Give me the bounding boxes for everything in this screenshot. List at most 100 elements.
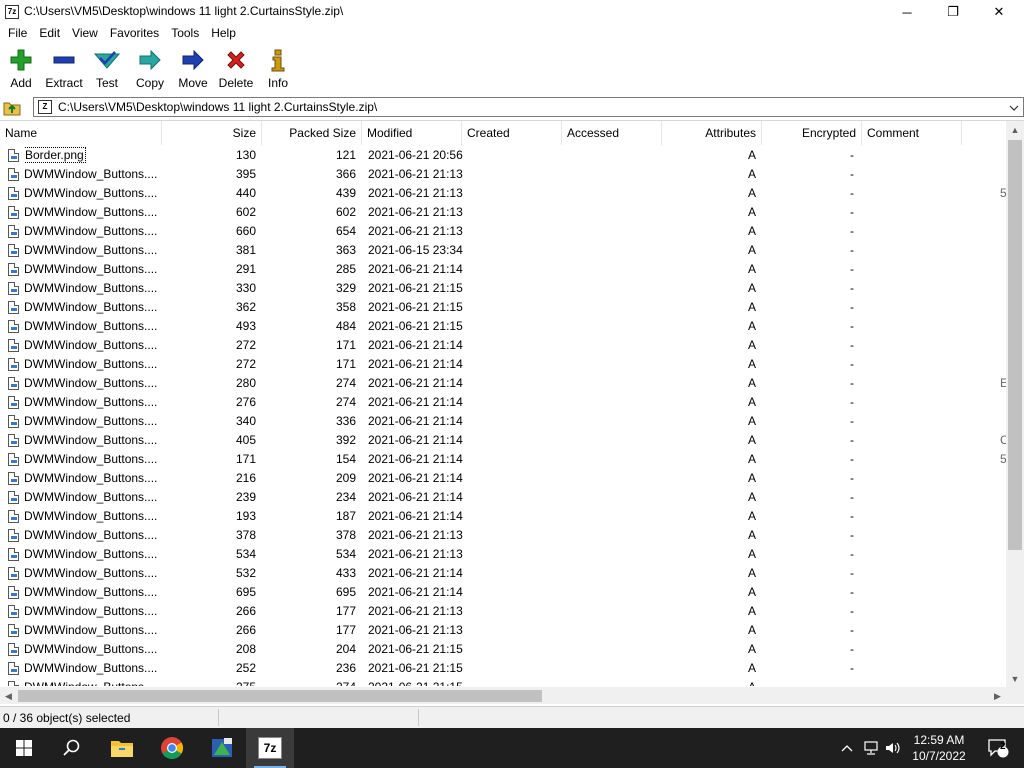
table-row[interactable]: DWMWindow_Buttons.... 660 654 2021-06-21 21… (0, 222, 1006, 241)
scroll-left-icon[interactable]: ◀ (0, 687, 17, 704)
info-button[interactable]: Info (264, 46, 292, 92)
file-name-cell: DWMWindow_Buttons.... (24, 623, 158, 637)
table-row[interactable]: DWMWindow_Buttons.... 239 234 2021-06-21 21… (0, 488, 1006, 507)
column-comment[interactable]: Comment (862, 121, 962, 145)
table-row[interactable]: DWMWindow_Buttons.... 381 363 2021-06-15 23… (0, 241, 1006, 260)
table-row[interactable]: DWMWindow_Buttons.... 602 602 2021-06-21 21… (0, 203, 1006, 222)
column-modified[interactable]: Modified (362, 121, 462, 145)
table-row[interactable]: DWMWindow_Buttons.... 276 274 2021-06-21 21… (0, 393, 1006, 412)
file-explorer-button[interactable] (98, 728, 146, 768)
vertical-scrollbar[interactable]: ▲ ▼ (1006, 121, 1024, 687)
search-icon (63, 739, 80, 756)
notification-center-button[interactable]: 2 (978, 728, 1018, 768)
table-row[interactable]: DWMWindow_Buttons.... 280 274 2021-06-21 21… (0, 374, 1006, 393)
table-row[interactable]: DWMWindow_Buttons.... 216 209 2021-06-21 21… (0, 469, 1006, 488)
table-row[interactable]: DWMWindow_Buttons.... 440 439 2021-06-21 21… (0, 184, 1006, 203)
file-size-cell: 171 (235, 452, 256, 466)
taskbar-app-button[interactable] (198, 728, 246, 768)
test-button[interactable]: Test (92, 46, 122, 92)
copy-button[interactable]: Copy (134, 46, 166, 92)
up-folder-button[interactable] (3, 98, 21, 116)
column-accessed[interactable]: Accessed (562, 121, 662, 145)
file-size-cell: 193 (235, 509, 256, 523)
menu-help[interactable]: Help (205, 24, 242, 43)
column-created[interactable]: Created (462, 121, 562, 145)
file-name-cell: DWMWindow_Buttons.... (24, 585, 158, 599)
modified-cell: 2021-06-21 21:13 (368, 604, 463, 618)
file-name-cell: DWMWindow_Buttons.... (24, 281, 158, 295)
table-row[interactable]: DWMWindow_Buttons.... 266 177 2021-06-21 21… (0, 602, 1006, 621)
extract-button[interactable]: Extract (44, 46, 84, 92)
maximize-button[interactable]: ❐ (930, 0, 976, 24)
menu-file[interactable]: File (2, 24, 33, 43)
menu-favorites[interactable]: Favorites (104, 24, 165, 43)
table-row[interactable]: DWMWindow_Buttons.... 493 484 2021-06-21 21… (0, 317, 1006, 336)
attributes-cell: A (747, 205, 756, 219)
menu-tools[interactable]: Tools (165, 24, 205, 43)
table-row[interactable]: DWMWindow_Buttons.... 272 171 2021-06-21 21… (0, 355, 1006, 374)
table-row[interactable]: DWMWindow_Buttons....275 274 2021-06-21 21… (0, 678, 1006, 686)
vertical-scroll-thumb[interactable] (1008, 140, 1022, 550)
table-row[interactable]: DWMWindow_Buttons.... 340 336 2021-06-21 21… (0, 412, 1006, 431)
file-name-cell: DWMWindow_Buttons.... (24, 395, 158, 409)
table-row[interactable]: DWMWindow_Buttons.... 252 236 2021-06-21 21… (0, 659, 1006, 678)
table-row[interactable]: DWMWindow_Buttons.... 532 433 2021-06-21 21… (0, 564, 1006, 583)
table-row[interactable]: DWMWindow_Buttons.... 272 171 2021-06-21 21… (0, 336, 1006, 355)
delete-button[interactable]: Delete (218, 46, 254, 92)
table-row[interactable]: DWMWindow_Buttons.... 171 154 2021-06-21 21… (0, 450, 1006, 469)
close-button[interactable]: ✕ (976, 0, 1022, 24)
delete-label: Delete (218, 76, 254, 90)
menu-edit[interactable]: Edit (33, 24, 66, 43)
address-bar: Z C:\Users\VM5\Desktop\windows 11 light … (0, 96, 1024, 118)
column-size[interactable]: Size (162, 121, 262, 145)
column-packed-size[interactable]: Packed Size (262, 121, 362, 145)
file-name-cell: DWMWindow_Buttons.... (24, 490, 158, 504)
modified-cell: 2021-06-21 21:13 (368, 547, 463, 561)
scroll-up-icon[interactable]: ▲ (1006, 121, 1024, 138)
table-row[interactable]: DWMWindow_Buttons.... 266 177 2021-06-21 21… (0, 621, 1006, 640)
modified-cell: 2021-06-21 21:15 (368, 661, 463, 675)
show-hidden-icons[interactable] (836, 728, 858, 768)
column-name[interactable]: Name (0, 121, 162, 145)
file-icon (8, 529, 19, 542)
modified-cell: 2021-06-21 21:13 (368, 224, 463, 238)
7zip-taskbar-button[interactable]: 7z (246, 728, 294, 768)
table-row[interactable]: DWMWindow_Buttons.... 405 392 2021-06-21 21… (0, 431, 1006, 450)
horizontal-scroll-thumb[interactable] (18, 690, 542, 702)
taskbar-clock[interactable]: 12:59 AM 10/7/2022 (906, 732, 972, 764)
table-row[interactable]: DWMWindow_Buttons.... 378 378 2021-06-21 21… (0, 526, 1006, 545)
window-title: C:\Users\VM5\Desktop\windows 11 light 2.… (24, 4, 344, 18)
chrome-button[interactable] (148, 728, 196, 768)
table-row[interactable]: DWMWindow_Buttons.... 208 204 2021-06-21 21… (0, 640, 1006, 659)
table-row[interactable]: DWMWindow_Buttons.... 193 187 2021-06-21 21… (0, 507, 1006, 526)
table-row[interactable]: Border.png 130 121 2021-06-21 20:56 A - (0, 146, 1006, 165)
file-size-cell: 534 (235, 547, 256, 561)
table-row[interactable]: DWMWindow_Buttons.... 362 358 2021-06-21 21… (0, 298, 1006, 317)
modified-cell: 2021-06-21 21:14 (368, 262, 463, 276)
table-row[interactable]: DWMWindow_Buttons.... 291 285 2021-06-21 21… (0, 260, 1006, 279)
file-list[interactable]: Name Size Packed Size Modified Created A… (0, 120, 1024, 704)
menu-view[interactable]: View (66, 24, 104, 43)
clock-date: 10/7/2022 (912, 749, 966, 763)
table-row[interactable]: DWMWindow_Buttons.... 395 366 2021-06-21 21… (0, 165, 1006, 184)
network-button[interactable] (860, 728, 882, 768)
volume-button[interactable] (882, 728, 904, 768)
scroll-right-icon[interactable]: ▶ (989, 687, 1006, 704)
start-button[interactable] (0, 728, 48, 768)
column-attributes[interactable]: Attributes (662, 121, 762, 145)
minimize-button[interactable]: ─ (884, 0, 930, 24)
move-button[interactable]: Move (176, 46, 210, 92)
address-input[interactable]: Z C:\Users\VM5\Desktop\windows 11 light … (33, 97, 1024, 117)
attributes-cell: A (747, 452, 756, 466)
file-icon (8, 605, 19, 618)
modified-cell: 2021-06-21 21:14 (368, 376, 463, 390)
search-button[interactable] (48, 728, 96, 768)
add-button[interactable]: Add (6, 46, 36, 92)
table-row[interactable]: DWMWindow_Buttons.... 534 534 2021-06-21 21… (0, 545, 1006, 564)
column-encrypted[interactable]: Encrypted (762, 121, 862, 145)
horizontal-scrollbar[interactable]: ◀ ▶ (0, 687, 1006, 704)
scroll-down-icon[interactable]: ▼ (1006, 670, 1024, 687)
table-row[interactable]: DWMWindow_Buttons.... 695 695 2021-06-21 21… (0, 583, 1006, 602)
table-row[interactable]: DWMWindow_Buttons.... 330 329 2021-06-21 21… (0, 279, 1006, 298)
chevron-down-icon[interactable] (1007, 101, 1021, 115)
